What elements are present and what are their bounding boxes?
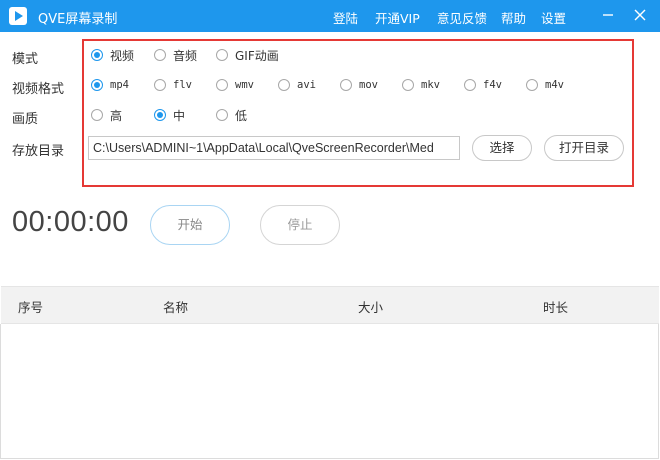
format-option-avi[interactable]: avi [278,77,316,93]
format-label: 视频格式 [12,82,65,97]
recording-timer: 00:00:00 [12,206,129,238]
column-header-duration[interactable]: 时长 [543,297,568,316]
radio-button[interactable] [154,79,166,91]
mode-option-audio[interactable]: 音频 [154,47,197,63]
radio-button[interactable] [91,49,103,61]
app-title: QVE屏幕录制 [38,12,118,27]
format-option-mp4[interactable]: mp4 [91,77,129,93]
directory-path-input[interactable]: C:\Users\ADMINI~1\AppData\Local\QveScree… [88,136,460,160]
radio-button[interactable] [464,79,476,91]
minimize-icon[interactable] [598,5,618,25]
format-option-wmv[interactable]: wmv [216,77,254,93]
stop-button[interactable]: 停止 [260,205,340,245]
radio-button[interactable] [154,49,166,61]
vip-link[interactable]: 开通VIP [375,8,420,27]
radio-button[interactable] [154,109,166,121]
close-icon[interactable] [630,5,650,25]
radio-button[interactable] [216,49,228,61]
format-option-mov[interactable]: mov [340,77,378,93]
option-label: mp4 [110,79,129,91]
radio-button[interactable] [216,109,228,121]
radio-button[interactable] [526,79,538,91]
title-bar: QVE屏幕录制 登陆 开通VIP 意见反馈 帮助 设置 [0,0,660,32]
feedback-link[interactable]: 意见反馈 [437,8,487,27]
option-label: m4v [545,79,564,91]
option-label: 视频 [110,48,135,63]
play-icon [9,7,27,25]
quality-option-low[interactable]: 低 [216,107,247,123]
option-label: mov [359,79,378,91]
option-label: mkv [421,79,440,91]
open-directory-button[interactable]: 打开目录 [544,135,624,161]
column-header-size[interactable]: 大小 [358,297,383,316]
option-label: 中 [173,108,186,123]
column-header-index[interactable]: 序号 [18,297,43,316]
format-option-f4v[interactable]: f4v [464,77,502,93]
radio-button[interactable] [216,79,228,91]
radio-button[interactable] [340,79,352,91]
quality-option-high[interactable]: 高 [91,107,122,123]
start-button[interactable]: 开始 [150,205,230,245]
quality-option-medium[interactable]: 中 [154,107,185,123]
mode-label: 模式 [12,52,39,67]
column-header-name[interactable]: 名称 [163,297,188,316]
option-label: avi [297,79,316,91]
table-header: 序号 名称 大小 时长 [1,286,659,324]
login-link[interactable]: 登陆 [333,8,358,27]
mode-option-gif[interactable]: GIF动画 [216,47,279,63]
directory-label: 存放目录 [12,144,65,159]
option-label: f4v [483,79,502,91]
option-label: 音频 [173,48,198,63]
option-label: GIF动画 [235,48,279,63]
radio-button[interactable] [91,109,103,121]
settings-link[interactable]: 设置 [541,8,566,27]
mode-option-video[interactable]: 视频 [91,47,134,63]
option-label: flv [173,79,192,91]
format-option-flv[interactable]: flv [154,77,192,93]
recordings-list[interactable] [0,324,659,459]
radio-button[interactable] [278,79,290,91]
option-label: 高 [110,108,123,123]
radio-button[interactable] [91,79,103,91]
format-option-mkv[interactable]: mkv [402,77,440,93]
quality-label: 画质 [12,112,39,127]
option-label: wmv [235,79,254,91]
radio-button[interactable] [402,79,414,91]
option-label: 低 [235,108,248,123]
help-link[interactable]: 帮助 [501,8,526,27]
format-option-m4v[interactable]: m4v [526,77,564,93]
choose-directory-button[interactable]: 选择 [472,135,532,161]
